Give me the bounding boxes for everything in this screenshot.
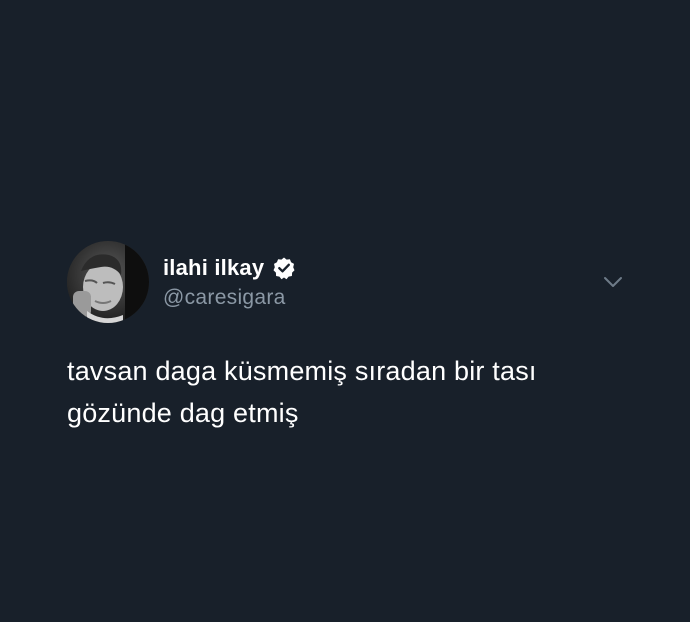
tweet-text-line: gözünde dag etmiş <box>67 398 299 428</box>
tweet-text-line: tavsan daga küsmemiş sıradan bir tası <box>67 356 537 386</box>
display-name[interactable]: ilahi ilkay <box>163 255 264 281</box>
author-name-row[interactable]: ilahi ilkay <box>163 255 296 281</box>
tweet-card: ilahi ilkay @caresigara tavsan daga küsm… <box>0 0 690 622</box>
chevron-down-icon[interactable] <box>602 271 624 293</box>
user-handle[interactable]: @caresigara <box>163 285 286 311</box>
tweet-text: tavsan daga küsmemiş sıradan bir tası gö… <box>67 350 657 434</box>
avatar-photo <box>67 241 149 323</box>
verified-badge-icon <box>272 256 296 280</box>
avatar[interactable] <box>67 241 149 323</box>
